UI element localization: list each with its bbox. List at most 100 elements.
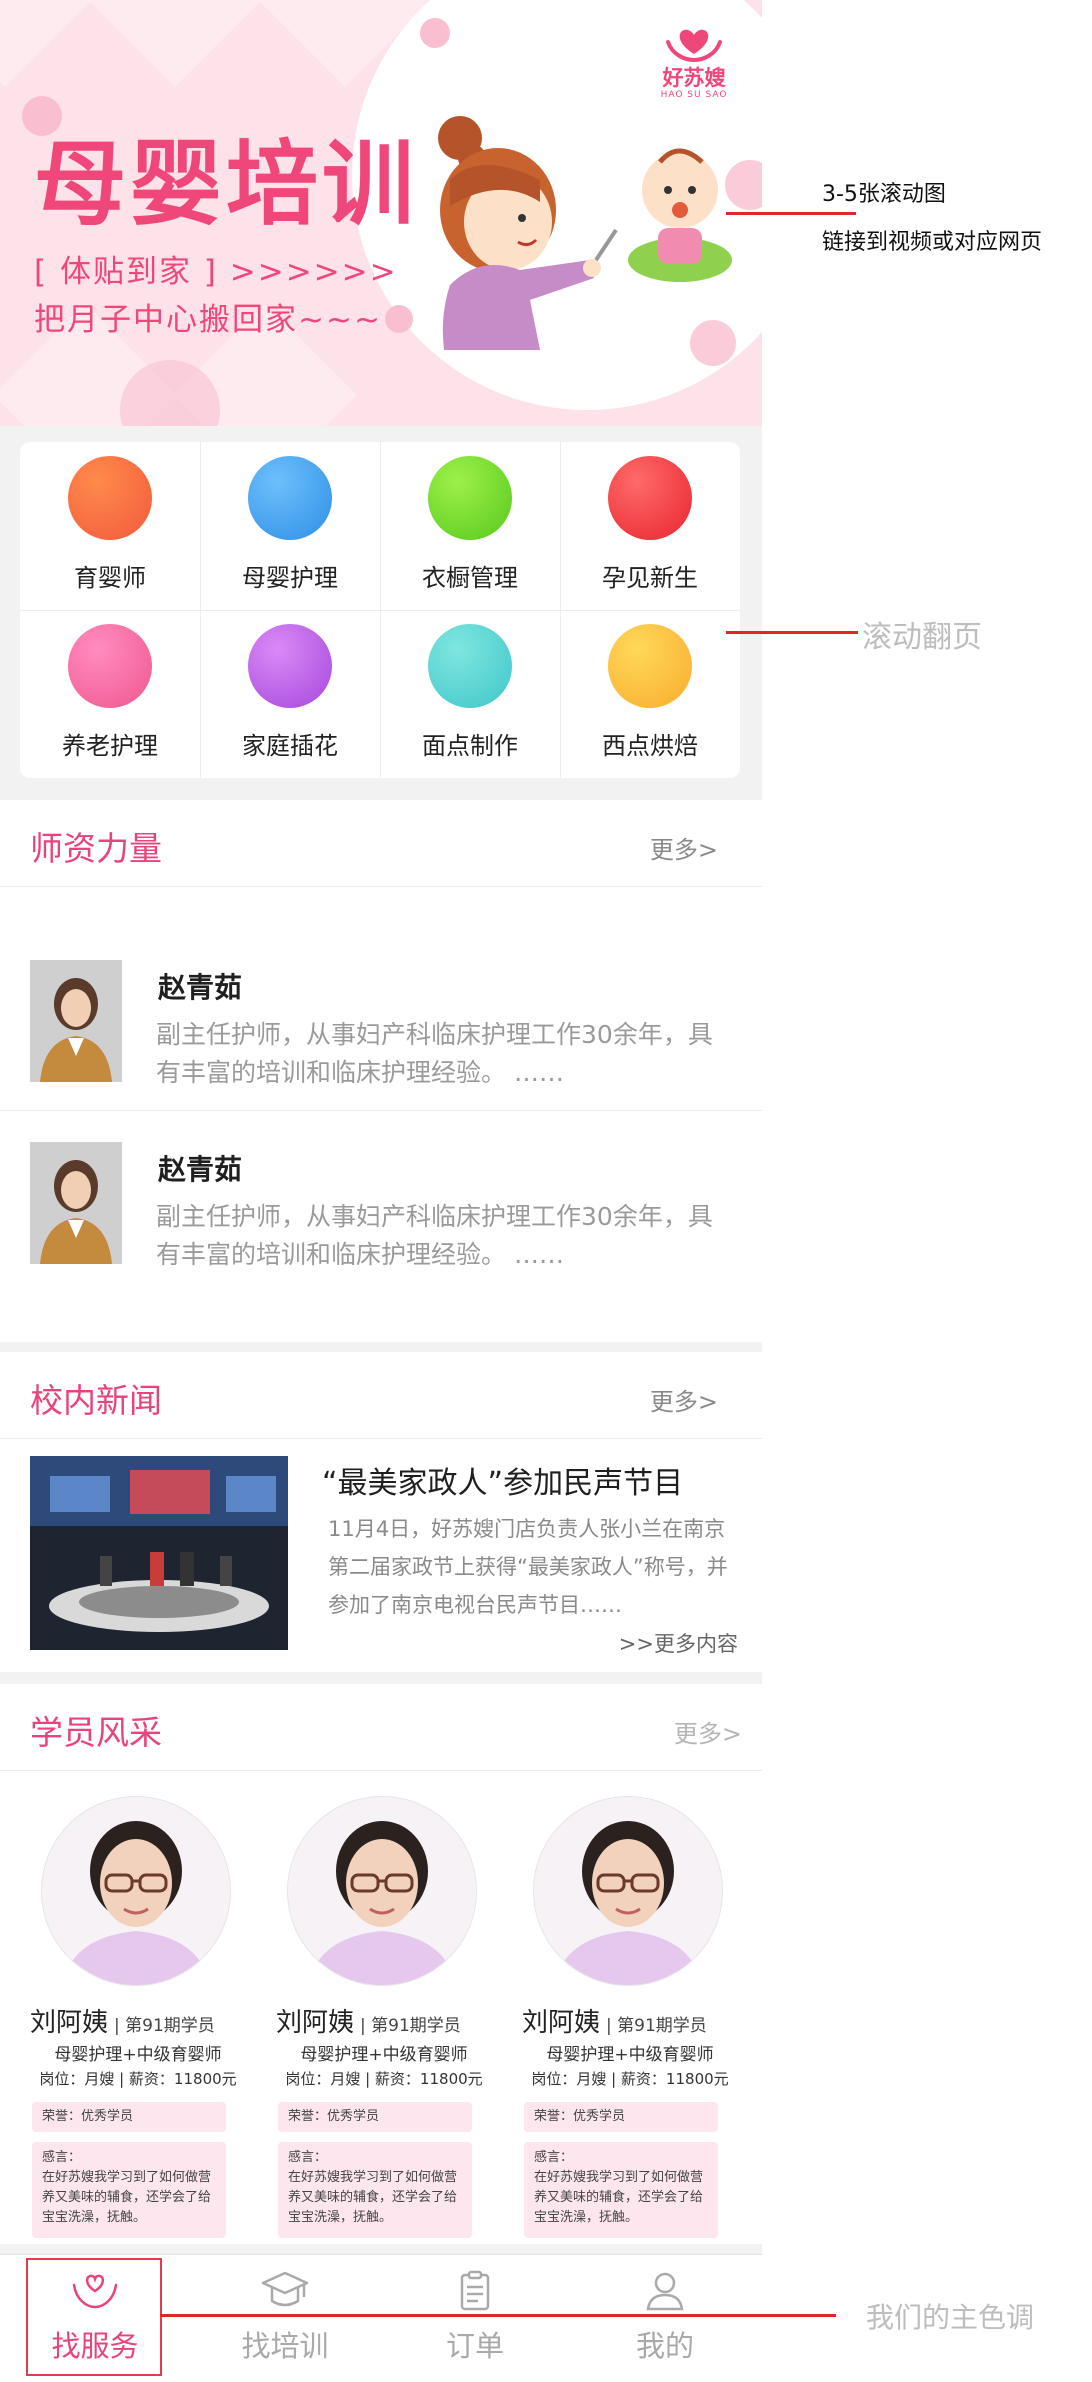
teacher-photo-icon bbox=[30, 960, 122, 1082]
student-photo bbox=[533, 1796, 723, 1986]
teacher-photo-icon bbox=[30, 1142, 122, 1264]
banner-carousel[interactable]: 母婴培训 [ 体贴到家 ] >>>>>> 把月子中心搬回家~~~ 好苏嫂 HAO… bbox=[0, 0, 762, 426]
annotation-line-grid bbox=[726, 631, 858, 634]
category-grid: 育婴师 母婴护理 衣橱管理 孕见新生 养老护理 家庭插花 面点制作 西点烘焙 bbox=[20, 442, 740, 778]
annotation-grid-note: 滚动翻页 bbox=[862, 620, 982, 655]
student-job: 岗位：月嫂 | 薪资：11800元 bbox=[39, 2070, 237, 2088]
heart-hands-logo-icon bbox=[666, 29, 722, 63]
student-portrait-icon bbox=[288, 1797, 476, 1985]
category-label: 西点烘焙 bbox=[602, 732, 698, 760]
student-photo bbox=[41, 1796, 231, 1986]
category-label: 面点制作 bbox=[422, 732, 518, 760]
banner-dot bbox=[385, 305, 413, 333]
brand-name: 好苏嫂 bbox=[662, 66, 726, 90]
section-title: 校内新闻 bbox=[30, 1381, 162, 1420]
banner-pattern bbox=[0, 0, 97, 87]
category-circle-icon bbox=[68, 624, 152, 708]
news-image[interactable] bbox=[30, 1456, 288, 1650]
banner-dot bbox=[420, 18, 450, 48]
category-item-面点制作[interactable]: 面点制作 bbox=[380, 610, 560, 778]
banner-pattern bbox=[83, 0, 267, 87]
category-circle-icon bbox=[608, 456, 692, 540]
banner-title: 母婴培训 bbox=[34, 130, 419, 238]
teachers-more-link[interactable]: 更多> bbox=[650, 830, 718, 865]
teachers-section-header: 师资力量 更多> bbox=[0, 800, 762, 887]
student-name-line: 刘阿姨 | 第91期学员 bbox=[30, 2002, 215, 2039]
student-name-line: 刘阿姨 | 第91期学员 bbox=[522, 2002, 707, 2039]
student-testimonial: 感言： 在好苏嫂我学习到了如何做营养又美味的辅食，还学会了给宝宝洗澡，抚触。 bbox=[32, 2142, 226, 2238]
category-item-育婴师[interactable]: 育婴师 bbox=[20, 442, 200, 610]
news-summary: 11月4日，好苏嫂门店负责人张小兰在南京第二届家政节上获得“最美家政人”称号，并… bbox=[328, 1517, 728, 1617]
tab-mine[interactable]: 我的 bbox=[570, 2255, 760, 2382]
tab-label: 订单 bbox=[445, 2329, 504, 2363]
tv-studio-photo-icon bbox=[30, 1456, 288, 1650]
students-section-header: 学员风采 更多> bbox=[0, 1684, 762, 1771]
student-certificate: 母婴护理+中级育婴师 bbox=[54, 2045, 222, 2065]
student-job: 岗位：月嫂 | 薪资：11800元 bbox=[285, 2070, 483, 2088]
category-item-养老护理[interactable]: 养老护理 bbox=[20, 610, 200, 778]
teacher-card[interactable]: 赵青茹 副主任护师，从事妇产科临床护理工作30余年，具有丰富的培训和临床护理经验… bbox=[0, 930, 762, 1111]
student-name: 刘阿姨 bbox=[276, 2008, 355, 2038]
section-title: 学员风采 bbox=[30, 1713, 162, 1752]
category-item-家庭插花[interactable]: 家庭插花 bbox=[200, 610, 380, 778]
tab-label: 找培训 bbox=[241, 2329, 329, 2363]
category-label: 孕见新生 bbox=[602, 564, 698, 592]
section-title: 师资力量 bbox=[30, 829, 162, 868]
teacher-description: 副主任护师，从事妇产科临床护理工作30余年，具有丰富的培训和临床护理经验。 …… bbox=[156, 1202, 713, 1269]
active-tab-highlight bbox=[26, 2258, 162, 2376]
annotation-banner-note: 3-5张滚动图 bbox=[822, 182, 946, 207]
students-more-link[interactable]: 更多> bbox=[674, 1714, 742, 1749]
tab-find-training[interactable]: 找培训 bbox=[190, 2255, 380, 2382]
category-item-母婴护理[interactable]: 母婴护理 bbox=[200, 442, 380, 610]
category-label: 家庭插花 bbox=[242, 732, 338, 760]
category-label: 母婴护理 bbox=[242, 564, 338, 592]
category-circle-icon bbox=[428, 456, 512, 540]
user-icon bbox=[646, 2272, 684, 2311]
student-portrait-icon bbox=[534, 1797, 722, 1985]
news-section: 校内新闻 更多> “最美家政人”参加民声节目 11月4日，好苏嫂门店负责人张小兰… bbox=[0, 1352, 762, 1672]
graduation-cap-icon bbox=[261, 2271, 309, 2307]
student-card[interactable]: 刘阿姨 | 第91期学员 母婴护理+中级育婴师 岗位：月嫂 | 薪资：11800元… bbox=[512, 1796, 748, 2238]
news-headline[interactable]: “最美家政人”参加民声节目 bbox=[322, 1458, 683, 1502]
student-honor: 荣誉：优秀学员 bbox=[32, 2102, 226, 2132]
student-card[interactable]: 刘阿姨 | 第91期学员 母婴护理+中级育婴师 岗位：月嫂 | 薪资：11800元… bbox=[266, 1796, 502, 2238]
category-item-衣橱管理[interactable]: 衣橱管理 bbox=[380, 442, 560, 610]
clipboard-icon bbox=[460, 2270, 490, 2311]
teacher-name: 赵青茹 bbox=[158, 1153, 243, 1186]
student-testimonial: 感言： 在好苏嫂我学习到了如何做营养又美味的辅食，还学会了给宝宝洗澡，抚触。 bbox=[278, 2142, 472, 2238]
category-label: 养老护理 bbox=[62, 732, 158, 760]
student-class: | 第91期学员 bbox=[114, 2016, 215, 2036]
teacher-card[interactable]: 赵青茹 副主任护师，从事妇产科临床护理工作30余年，具有丰富的培训和临床护理经验… bbox=[0, 1112, 762, 1292]
news-section-header: 校内新闻 更多> bbox=[0, 1352, 762, 1439]
student-class: | 第91期学员 bbox=[606, 2016, 707, 2036]
tab-label: 我的 bbox=[635, 2329, 694, 2363]
news-more-content-link[interactable]: >>更多内容 bbox=[619, 1628, 738, 1658]
teacher-avatar bbox=[30, 1142, 122, 1264]
mother-feeding-baby-illustration bbox=[438, 116, 732, 350]
annotation-line-banner bbox=[726, 212, 856, 215]
student-card[interactable]: 刘阿姨 | 第91期学员 母婴护理+中级育婴师 岗位：月嫂 | 薪资：11800元… bbox=[20, 1796, 256, 2238]
category-circle-icon bbox=[608, 624, 692, 708]
student-name: 刘阿姨 bbox=[522, 2008, 601, 2038]
category-circle-icon bbox=[428, 624, 512, 708]
category-item-西点烘焙[interactable]: 西点烘焙 bbox=[560, 610, 740, 778]
banner-slogan: 把月子中心搬回家~~~ bbox=[34, 302, 382, 338]
category-circle-icon bbox=[68, 456, 152, 540]
category-item-孕见新生[interactable]: 孕见新生 bbox=[560, 442, 740, 610]
student-testimonial: 感言： 在好苏嫂我学习到了如何做营养又美味的辅食，还学会了给宝宝洗澡，抚触。 bbox=[524, 2142, 718, 2238]
teachers-section: 师资力量 更多> 赵青茹 副主任护师，从事妇产科临床护理工作30余年，具有丰富的… bbox=[0, 800, 762, 1342]
brand-en: HAO SU SAO bbox=[660, 90, 728, 100]
student-certificate: 母婴护理+中级育婴师 bbox=[546, 2045, 714, 2065]
phone-screen: 母婴培训 [ 体贴到家 ] >>>>>> 把月子中心搬回家~~~ 好苏嫂 HAO… bbox=[0, 0, 762, 2382]
teacher-name: 赵青茹 bbox=[158, 971, 243, 1004]
teacher-description: 副主任护师，从事妇产科临床护理工作30余年，具有丰富的培训和临床护理经验。 …… bbox=[156, 1020, 713, 1087]
category-label: 育婴师 bbox=[74, 564, 146, 592]
student-job: 岗位：月嫂 | 薪资：11800元 bbox=[531, 2070, 729, 2088]
student-class: | 第91期学员 bbox=[360, 2016, 461, 2036]
tab-orders[interactable]: 订单 bbox=[380, 2255, 570, 2382]
banner-subtitle: [ 体贴到家 ] >>>>>> bbox=[34, 254, 398, 290]
student-honor: 荣誉：优秀学员 bbox=[278, 2102, 472, 2132]
news-more-link[interactable]: 更多> bbox=[650, 1382, 718, 1417]
annotation-banner-note: 链接到视频或对应网页 bbox=[822, 230, 1043, 255]
brand-logo: 好苏嫂 HAO SU SAO bbox=[652, 24, 736, 100]
